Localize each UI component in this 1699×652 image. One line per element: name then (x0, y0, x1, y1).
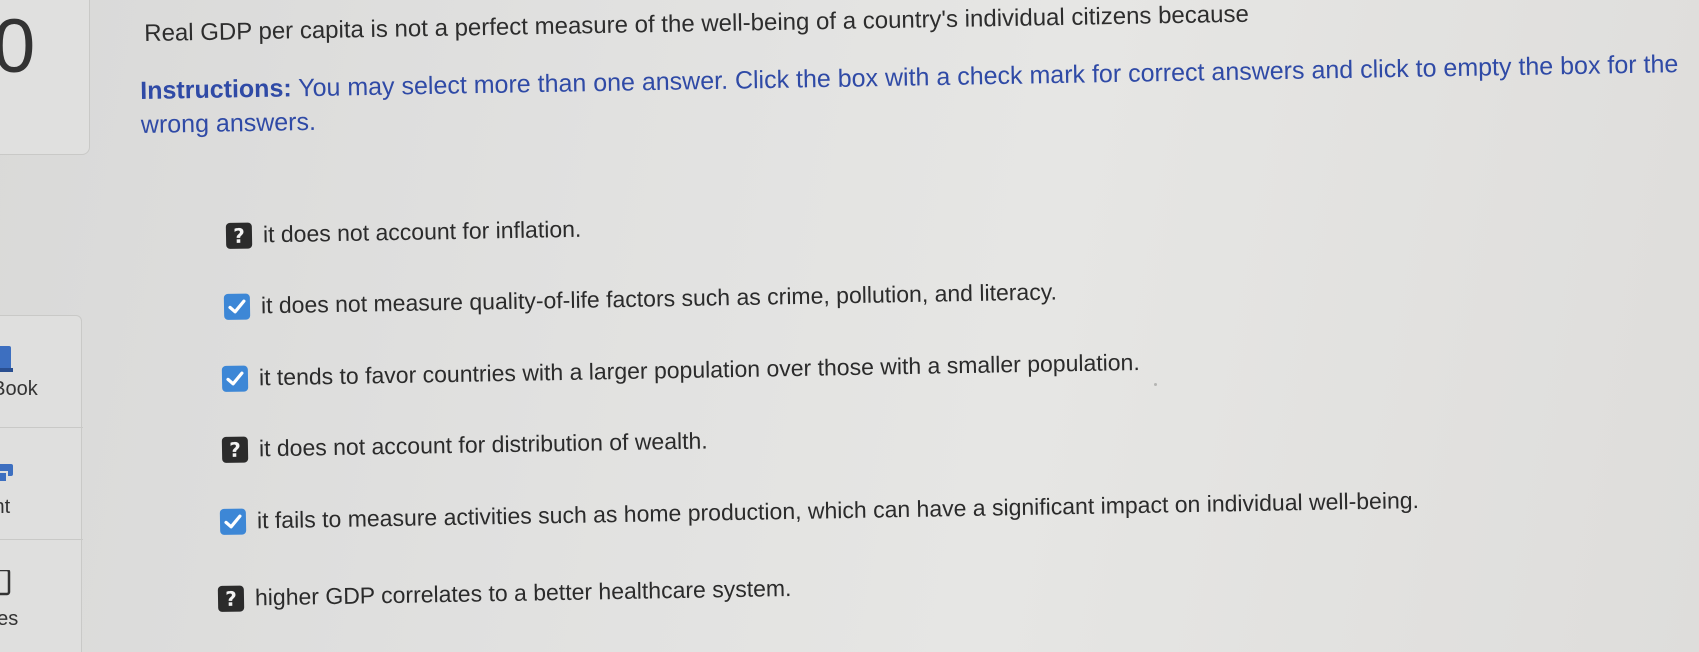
answer-option[interactable]: it fails to measure activities such as h… (219, 487, 1420, 535)
question-page: 0 eBook Print References Real GDP per ca… (0, 0, 1699, 652)
question-prompt: Real GDP per capita is not a perfect mea… (144, 0, 1250, 47)
checked-checkbox[interactable] (219, 508, 247, 535)
answer-option-label: it does not measure quality-of-life fact… (260, 278, 1058, 319)
print-icon (0, 464, 13, 483)
answer-option-label: it does not account for inflation. (262, 215, 582, 248)
side-item-label: References (0, 608, 19, 630)
side-item-label: Print (0, 496, 11, 518)
answer-option[interactable]: it tends to favor countries with a large… (221, 348, 1140, 392)
unknown-checkbox[interactable]: ? (225, 222, 253, 249)
question-number-panel: 0 (0, 0, 90, 155)
side-item-ebook[interactable]: eBook (0, 316, 83, 428)
check-icon (226, 371, 244, 385)
side-item-references[interactable]: References (0, 540, 83, 652)
unknown-checkbox[interactable]: ? (217, 585, 245, 612)
side-item-label: eBook (0, 378, 38, 400)
checked-checkbox[interactable] (221, 365, 249, 392)
answer-option[interactable]: it does not measure quality-of-life fact… (223, 278, 1058, 320)
instructions: Instructions: You may select more than o… (140, 46, 1699, 142)
question-mark-icon: ? (232, 223, 246, 248)
book-icon (0, 346, 13, 372)
checked-checkbox[interactable] (223, 293, 251, 320)
question-mark-icon: ? (228, 437, 242, 462)
decorative-dot (1154, 383, 1157, 386)
answer-option-label: it does not account for distribution of … (258, 427, 708, 462)
instructions-label: Instructions: (140, 74, 292, 105)
side-nav: eBook Print References (0, 315, 83, 652)
instructions-text: You may select more than one answer. Cli… (140, 50, 1679, 139)
question-mark-icon: ? (224, 586, 238, 611)
side-item-print[interactable]: Print (0, 428, 83, 540)
check-icon (224, 514, 242, 528)
answer-option-label: it fails to measure activities such as h… (256, 487, 1420, 534)
answer-option-label: higher GDP correlates to a better health… (254, 574, 792, 611)
references-icon (0, 570, 11, 596)
answer-option[interactable]: ? it does not account for distribution o… (221, 427, 708, 463)
question-number: 0 (0, 4, 36, 89)
unknown-checkbox[interactable]: ? (221, 436, 249, 463)
answer-option[interactable]: ? it does not account for inflation. (225, 215, 582, 249)
answer-option-label: it tends to favor countries with a large… (258, 348, 1140, 391)
check-icon (228, 299, 246, 313)
answer-option[interactable]: ? higher GDP correlates to a better heal… (217, 574, 792, 612)
